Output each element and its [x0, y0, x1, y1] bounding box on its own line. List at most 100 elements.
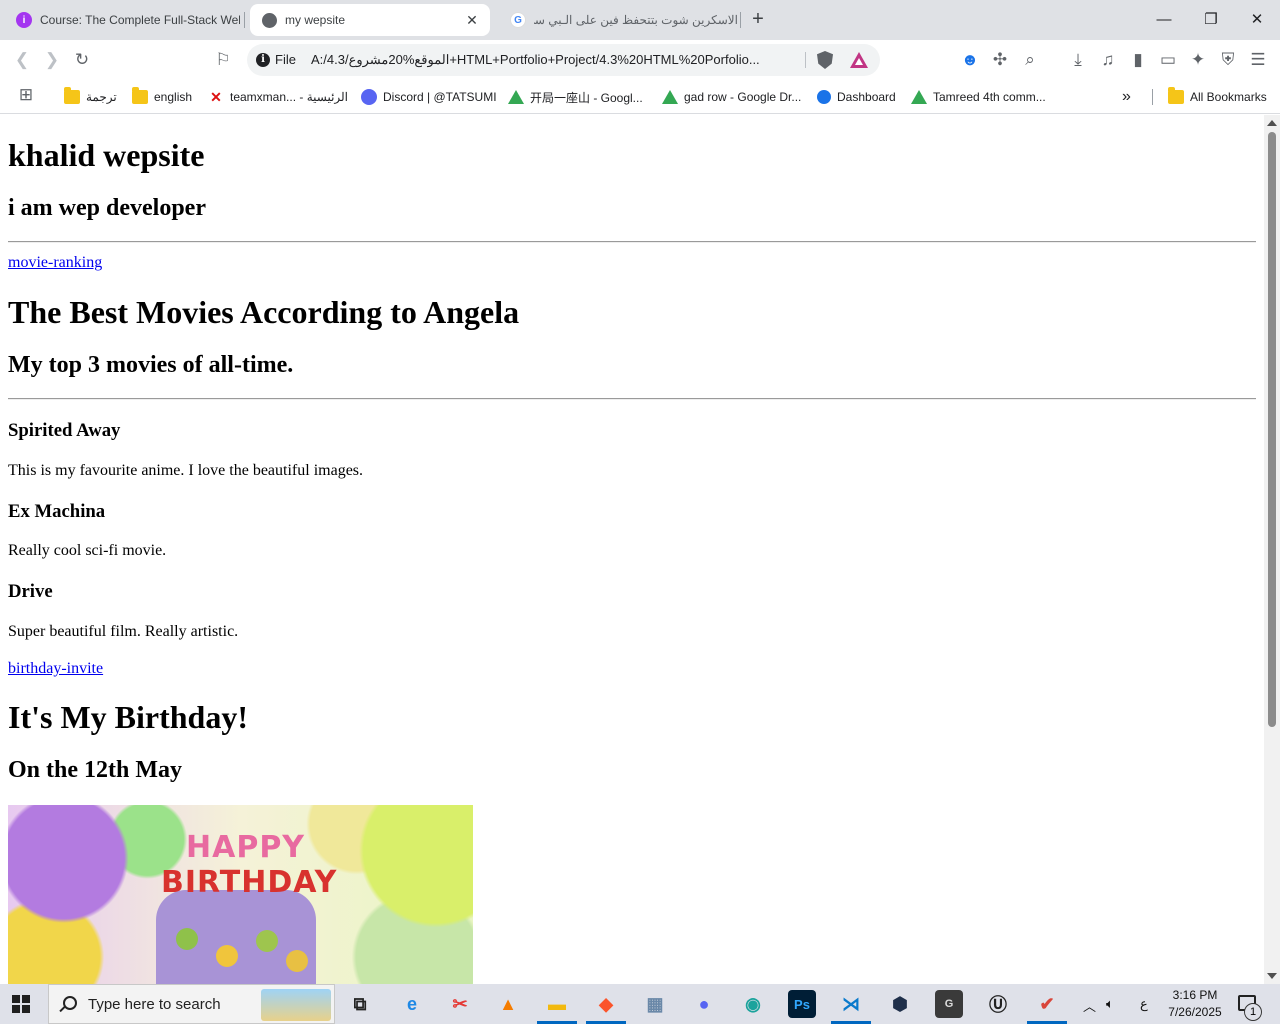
bookmark-drive-1[interactable]: 开局一座山 - Googl...: [508, 87, 643, 107]
url-scheme-label: File: [275, 52, 296, 67]
download-icon[interactable]: ⤓: [1068, 50, 1088, 70]
back-arrow-icon[interactable]: ❮: [12, 50, 32, 70]
todo-app-icon[interactable]: ✔: [1027, 990, 1067, 1024]
wallet-icon[interactable]: ▭: [1158, 50, 1178, 70]
all-bookmarks-button[interactable]: All Bookmarks: [1168, 87, 1267, 107]
scrollbar-thumb[interactable]: [1268, 132, 1276, 727]
movie-ranking-link[interactable]: movie-ranking: [8, 254, 102, 272]
clock-time: 3:16 PM: [1172, 988, 1218, 1002]
scroll-up-arrow-icon[interactable]: [1267, 120, 1277, 126]
show-hidden-icons-chevron-icon[interactable]: ︿: [1083, 996, 1096, 1015]
bookmark-dashboard[interactable]: Dashboard: [817, 87, 896, 107]
info-icon[interactable]: i: [256, 53, 270, 67]
address-bar[interactable]: i File A:/4.3/الموقع%20مشروع+HTML+Portfo…: [247, 44, 880, 76]
cake-decoration: [256, 930, 278, 952]
music-icon[interactable]: ♫: [1098, 50, 1118, 70]
tab-title: الاسكرين شوت بتتحفظ فين على الـبي سي: [534, 13, 738, 27]
bookmark-folder-english[interactable]: english: [132, 87, 192, 107]
image-lettering-birthday: BIRTHDAY: [161, 865, 338, 900]
extensions-puzzle-icon[interactable]: ✣: [990, 50, 1010, 70]
menu-icon[interactable]: ☰: [1248, 50, 1268, 70]
folder-icon: [132, 87, 148, 104]
tab-divider: [740, 12, 741, 28]
input-language-indicator[interactable]: ع: [1140, 996, 1148, 1012]
birthday-cake-image: HAPPY BIRTHDAY: [8, 805, 473, 984]
bookmark-label: ترجمة: [86, 90, 117, 104]
sidebar-icon[interactable]: ▮: [1128, 50, 1148, 70]
system-clock[interactable]: 3:16 PM 7/26/2025: [1160, 987, 1230, 1021]
forward-arrow-icon[interactable]: ❯: [42, 50, 62, 70]
movie-description: This is my favourite anime. I love the b…: [8, 462, 364, 479]
movie-description: Super beautiful film. Really artistic.: [8, 623, 239, 640]
bookmarks-overflow-chevron-icon[interactable]: »: [1122, 87, 1131, 107]
horizontal-rule: [8, 241, 1256, 243]
x-logo-icon: ✕: [210, 89, 222, 105]
close-window-button[interactable]: ✕: [1247, 10, 1267, 30]
snipping-tool-icon[interactable]: ✂: [446, 990, 474, 1018]
bookmarks-bar: ⊞ ترجمة english ✕ teamxman... - الرئيسية…: [0, 80, 1280, 114]
tab-course[interactable]: i Course: The Complete Full-Stack Web De…: [8, 6, 240, 34]
task-view-icon[interactable]: ⧉: [346, 990, 374, 1018]
app-hexagon-icon[interactable]: ⬢: [886, 990, 914, 1018]
windows-start-icon[interactable]: [12, 995, 30, 1013]
leo-ai-icon[interactable]: ✦: [1188, 50, 1208, 70]
minimize-button[interactable]: —: [1154, 10, 1174, 30]
restore-button[interactable]: ❐: [1201, 10, 1221, 30]
bookmark-drive-2[interactable]: gad row - Google Dr...: [662, 87, 801, 107]
vertical-scrollbar[interactable]: [1264, 115, 1280, 984]
discord-app-icon[interactable]: ●: [690, 990, 718, 1018]
photoshop-icon[interactable]: Ps: [788, 990, 816, 1018]
vscode-icon[interactable]: ⋊: [831, 990, 871, 1024]
cake-shape: [156, 890, 316, 984]
cake-decoration: [216, 945, 238, 967]
terminal-app-icon[interactable]: G: [935, 990, 963, 1018]
bookmark-label: english: [154, 90, 193, 104]
globe-icon: [262, 12, 277, 28]
bookmark-teamx[interactable]: ✕ teamxman... - الرئيسية: [208, 87, 348, 107]
site-title: khalid wepsite: [8, 137, 205, 173]
search-highlight-image: [261, 989, 331, 1021]
browser-toolbar: ❮ ❯ ↻ ⚐ i File A:/4.3/الموقع%20مشروع+HTM…: [0, 40, 1280, 80]
discord-icon: [361, 89, 377, 105]
extension-face-icon[interactable]: ☻: [960, 50, 980, 70]
steam-sync-icon[interactable]: ◉: [739, 990, 767, 1018]
file-explorer-icon[interactable]: ▬: [537, 990, 577, 1024]
brave-rewards-icon[interactable]: [850, 52, 868, 68]
udemy-app-icon[interactable]: Ⓤ: [984, 990, 1012, 1018]
photos-icon[interactable]: ▦: [641, 990, 669, 1018]
cake-decoration: [176, 928, 198, 950]
birthday-heading: It's My Birthday!: [8, 699, 248, 735]
scroll-down-arrow-icon[interactable]: [1267, 973, 1277, 979]
movies-subheading: My top 3 movies of all-time.: [8, 352, 294, 378]
edge-browser-icon[interactable]: e: [398, 990, 426, 1018]
bookmark-folder-translate[interactable]: ترجمة: [64, 87, 117, 107]
tab-my-wepsite[interactable]: my wepsite ✕: [250, 4, 490, 36]
udemy-icon: i: [16, 12, 32, 28]
bookmark-discord[interactable]: Discord | @TATSUMI: [361, 87, 497, 107]
apps-grid-icon[interactable]: ⊞: [16, 85, 36, 105]
vlc-icon[interactable]: ▲: [494, 990, 522, 1018]
site-subtitle: i am wep developer: [8, 195, 206, 221]
tab-google-search[interactable]: G الاسكرين شوت بتتحفظ فين على الـبي سي: [502, 6, 738, 34]
vpn-shield-icon[interactable]: ⛨: [1218, 50, 1238, 70]
folder-icon: [1168, 87, 1184, 104]
bookmark-drive-3[interactable]: Tamreed 4th comm...: [911, 87, 1046, 107]
birthday-date: On the 12th May: [8, 757, 182, 783]
close-tab-icon[interactable]: ✕: [464, 12, 480, 28]
birthday-invite-link[interactable]: birthday-invite: [8, 660, 103, 678]
bookmark-label: Tamreed 4th comm...: [933, 90, 1046, 104]
bookmark-label: teamxman... - الرئيسية: [230, 90, 349, 104]
movies-heading: The Best Movies According to Angela: [8, 294, 520, 330]
bookmark-icon[interactable]: ⚐: [213, 50, 233, 70]
reload-icon[interactable]: ↻: [72, 50, 92, 70]
dashboard-icon: [817, 90, 831, 104]
new-tab-button[interactable]: +: [748, 9, 768, 30]
url-text[interactable]: A:/4.3/الموقع%20مشروع+HTML+Portfolio+Pro…: [311, 52, 791, 68]
bookmark-label: Discord | @TATSUMI: [383, 90, 497, 104]
search-placeholder: Type here to search: [88, 996, 221, 1013]
brave-shield-icon[interactable]: [817, 51, 833, 69]
taskbar-search-box[interactable]: Type here to search: [48, 984, 335, 1024]
search-tab-icon[interactable]: ⌕: [1020, 50, 1040, 70]
brave-browser-icon[interactable]: ◆: [586, 990, 626, 1024]
volume-icon[interactable]: 🔈︎: [1106, 996, 1114, 1012]
